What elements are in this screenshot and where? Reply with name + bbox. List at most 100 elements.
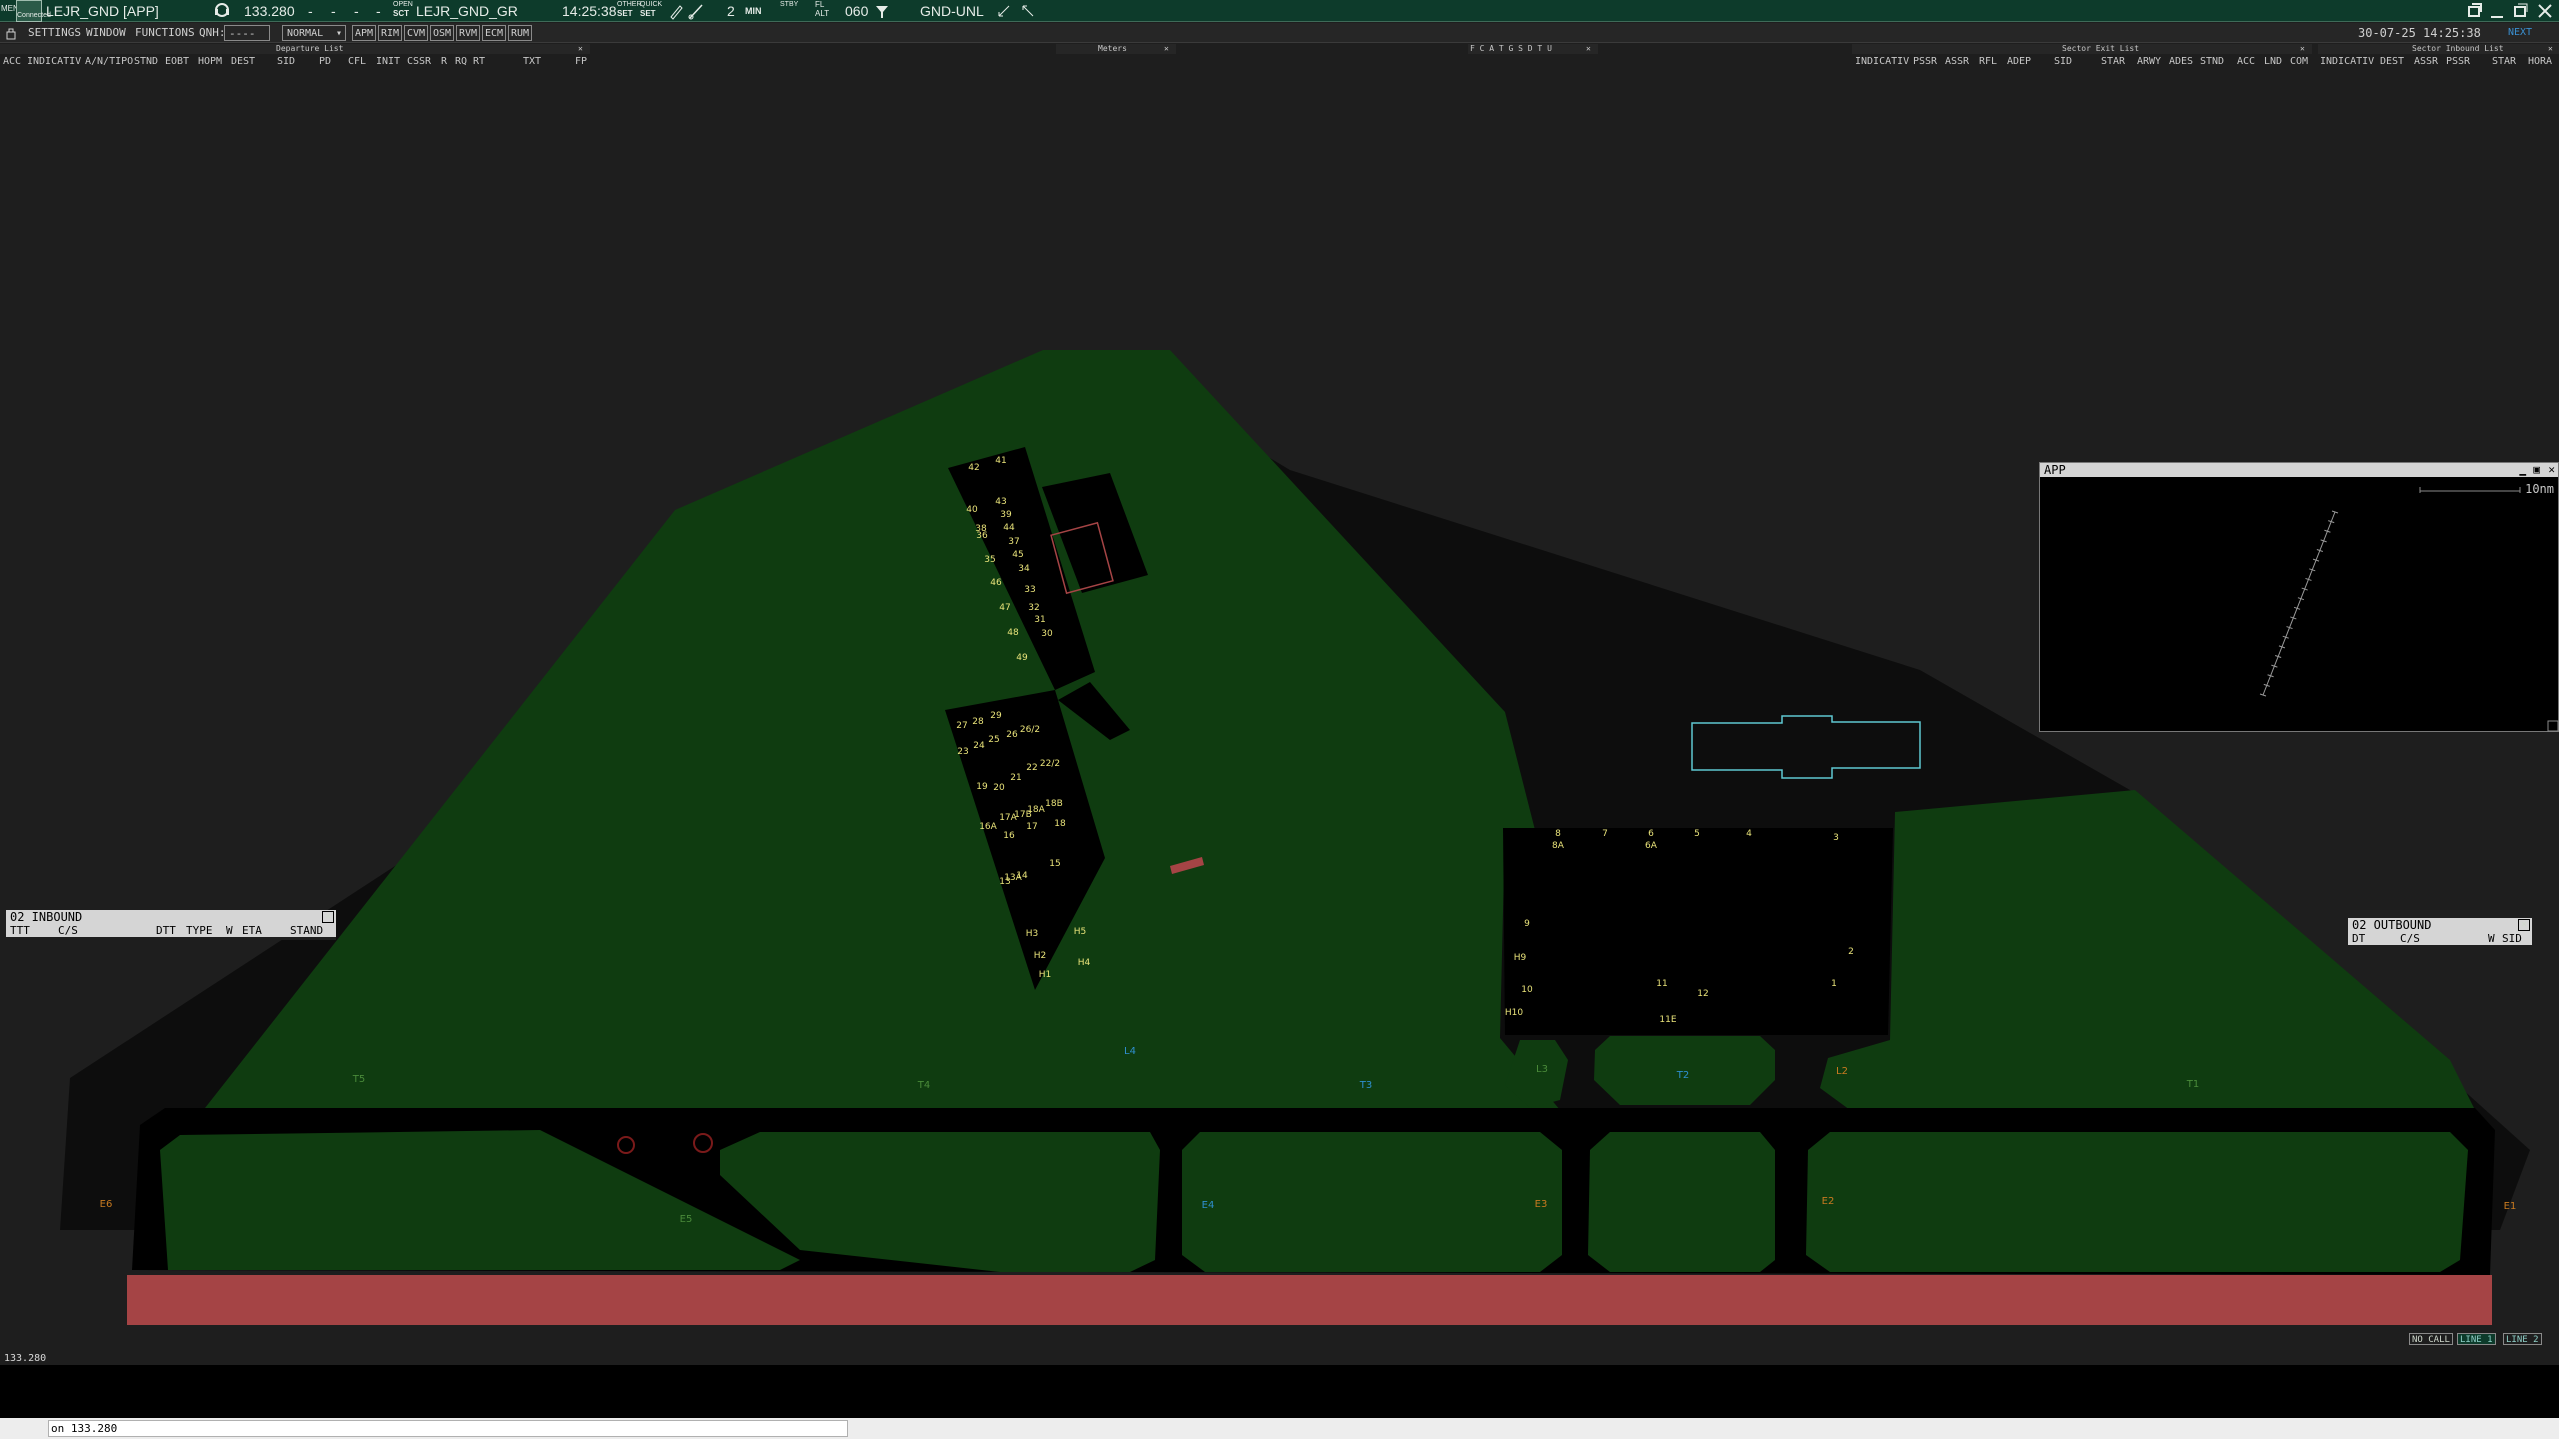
stand-label-17: 17: [1026, 822, 1037, 832]
col-dtt: DTT: [156, 924, 176, 937]
command-bar: on 133.280: [0, 1418, 2559, 1439]
app-scale-bar: [2259, 487, 2559, 732]
stand-label-17b: 17B: [1014, 810, 1032, 820]
runway: [127, 1275, 2492, 1325]
stand-label-49: 49: [1016, 653, 1028, 663]
stand-label-24: 24: [973, 741, 985, 751]
stand-label-7: 7: [1602, 829, 1608, 839]
stand-label-h3: H3: [1026, 929, 1039, 939]
stand-label-31: 31: [1034, 615, 1045, 625]
taxiway-label-t2: T2: [1676, 1070, 1689, 1081]
stand-label-46: 46: [990, 578, 1002, 588]
outbound-close-icon[interactable]: ✕: [2518, 919, 2530, 931]
grass-island-e2: [1806, 1132, 2468, 1272]
col-out-w: W: [2488, 932, 2495, 945]
stand-label-14: 14: [1016, 871, 1028, 881]
inbound-list[interactable]: 02 INBOUND ✕ TTT C/S DTT TYPE W ETA STAN…: [6, 910, 336, 940]
stand-label-37: 37: [1008, 537, 1019, 547]
col-out-cs: C/S: [2400, 932, 2420, 945]
stand-label-23: 23: [957, 747, 968, 757]
stand-label-15: 15: [1049, 859, 1060, 869]
taxiway-label-e2: E2: [1822, 1196, 1835, 1207]
taxiway-label-e3: E3: [1535, 1199, 1548, 1210]
col-dt: DT: [2352, 932, 2366, 945]
status-line: 133.280: [0, 1353, 2559, 1365]
stand-label-39: 39: [1000, 510, 1012, 520]
stand-label-33: 33: [1024, 585, 1035, 595]
stand-label-26: 26: [1006, 730, 1018, 740]
taxiway-label-t3: T3: [1359, 1080, 1372, 1091]
stand-label-34: 34: [1018, 564, 1030, 574]
stand-label-30: 30: [1041, 629, 1053, 639]
col-out-sid: SID: [2502, 932, 2522, 945]
inbound-columns: TTT C/S DTT TYPE W ETA STAND: [6, 924, 336, 937]
stand-label-1: 1: [1831, 979, 1837, 989]
stand-label-18: 18: [1054, 819, 1066, 829]
stand-label-6a: 6A: [1645, 841, 1658, 851]
stand-label-27: 27: [956, 721, 967, 731]
stand-label-h5: H5: [1074, 927, 1087, 937]
outbound-columns: DT C/S W SID: [2348, 932, 2532, 945]
col-type: TYPE: [186, 924, 213, 937]
stand-label-8a: 8A: [1552, 841, 1565, 851]
stand-label-26-2: 26/2: [1020, 725, 1040, 735]
col-ttt: TTT: [10, 924, 30, 937]
command-input[interactable]: on 133.280: [48, 1420, 848, 1437]
stand-label-44: 44: [1003, 523, 1015, 533]
taxiway-label-l2: L2: [1836, 1066, 1848, 1077]
app-close-icon[interactable]: ✕: [2548, 463, 2555, 476]
status-frequency: 133.280: [4, 1353, 47, 1364]
line-1-button[interactable]: LINE 1: [2457, 1333, 2496, 1345]
stand-label-40: 40: [966, 505, 978, 515]
grass-main: [205, 350, 1560, 1110]
stand-label-41: 41: [995, 456, 1006, 466]
apron-east: [1503, 828, 1893, 1035]
stand-label-h2: H2: [1034, 951, 1047, 961]
stand-label-18b: 18B: [1045, 799, 1063, 809]
outbound-list[interactable]: 02 OUTBOUND ✕ DT C/S W SID: [2348, 918, 2532, 948]
stand-label-8: 8: [1555, 829, 1561, 839]
stand-label-32: 32: [1028, 603, 1039, 613]
inbound-close-icon[interactable]: ✕: [322, 911, 334, 923]
grass-island-e4: [1182, 1132, 1562, 1272]
stand-label-43: 43: [995, 497, 1006, 507]
app-scale-label: 10nm: [2525, 482, 2554, 496]
stand-label-11e: 11E: [1659, 1015, 1676, 1025]
taxiway-label-l4: L4: [1124, 1046, 1136, 1057]
app-minimize-icon[interactable]: ▁: [2519, 463, 2526, 476]
stand-label-9: 9: [1524, 919, 1530, 929]
stand-label-6: 6: [1648, 829, 1654, 839]
app-title: APP: [2040, 463, 2558, 477]
stand-label-45: 45: [1012, 550, 1023, 560]
taxiway-label-e4: E4: [1202, 1200, 1215, 1211]
taxiway-label-t1: T1: [2186, 1079, 2199, 1090]
stand-label-12: 12: [1697, 989, 1708, 999]
stand-label-20: 20: [993, 783, 1005, 793]
stand-label-10: 10: [1521, 985, 1533, 995]
col-w: W: [226, 924, 233, 937]
col-cs: C/S: [58, 924, 78, 937]
line-2-button[interactable]: LINE 2: [2503, 1333, 2542, 1345]
stand-label-3: 3: [1833, 833, 1839, 843]
app-restore-icon[interactable]: ▣: [2533, 463, 2540, 476]
taxiway-label-e5: E5: [680, 1214, 693, 1225]
stand-label-48: 48: [1007, 628, 1019, 638]
inbound-title: 02 INBOUND: [6, 910, 336, 924]
stand-label-22-2: 22/2: [1040, 759, 1060, 769]
stand-label-47: 47: [999, 603, 1010, 613]
stand-label-29: 29: [990, 711, 1002, 721]
message-area: [0, 1365, 2559, 1418]
stand-label-25: 25: [988, 735, 999, 745]
taxiway-label-t4: T4: [917, 1080, 930, 1091]
app-radar-window[interactable]: APP ▁ ▣ ✕ 10nm: [2039, 462, 2559, 732]
col-eta: ETA: [242, 924, 262, 937]
stand-label-21: 21: [1010, 773, 1021, 783]
stand-label-19: 19: [976, 782, 988, 792]
taxiway-label-e1: E1: [2504, 1201, 2517, 1212]
stand-label-11: 11: [1656, 979, 1667, 989]
taxiway-label-l3: L3: [1536, 1064, 1548, 1075]
stand-label-5: 5: [1694, 829, 1700, 839]
outbound-title: 02 OUTBOUND: [2348, 918, 2532, 932]
stand-label-h10: H10: [1505, 1008, 1523, 1018]
stand-label-h4: H4: [1078, 958, 1091, 968]
